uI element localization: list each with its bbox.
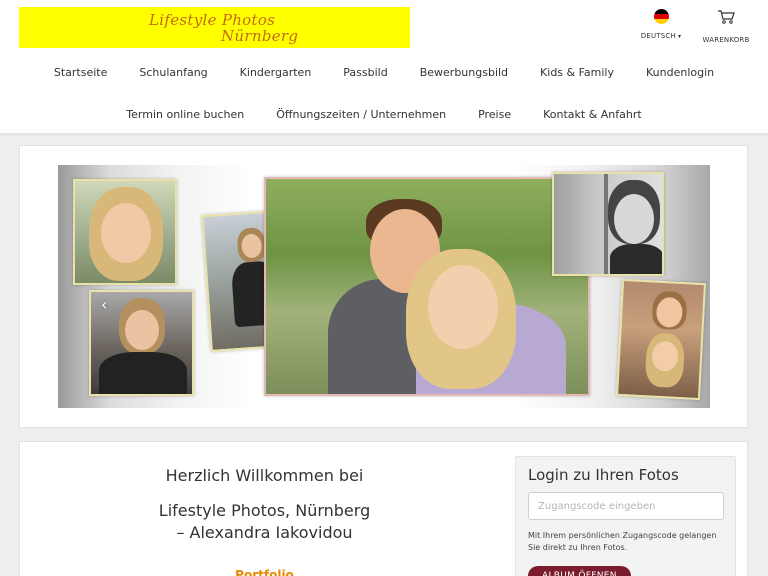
nav-startseite[interactable]: Startseite	[54, 66, 108, 79]
chevron-left-icon[interactable]: ‹	[101, 295, 107, 314]
collage-photo-girl-bw	[552, 172, 664, 276]
access-code-input[interactable]	[528, 492, 724, 520]
login-description: Mit Ihrem persönlichen Zugangscode gelan…	[528, 531, 717, 552]
collage-photo-siblings-main	[264, 177, 590, 396]
collage-photo-girl-portrait	[73, 179, 177, 285]
nav-bewerbungsbild[interactable]: Bewerbungsbild	[420, 66, 508, 79]
nav-oeffnungszeiten[interactable]: Öffnungszeiten / Unternehmen	[276, 108, 446, 121]
nav-termin-online-buchen[interactable]: Termin online buchen	[126, 108, 244, 121]
nav-passbild[interactable]: Passbild	[343, 66, 387, 79]
photo-collage: ‹	[58, 165, 710, 408]
site-header: Lifestyle Photos Nürnberg DEUTSCH ▾ WAREN…	[0, 0, 768, 134]
logo-line-1: Lifestyle Photos	[149, 10, 276, 29]
portfolio-link[interactable]: Portfolio	[20, 568, 509, 576]
login-box: Login zu Ihren Fotos Mit Ihrem persönlic…	[515, 456, 736, 576]
main-nav-row-2: Termin online buchen Öffnungszeiten / Un…	[0, 108, 768, 121]
studio-name: Lifestyle Photos, Nürnberg	[158, 501, 371, 520]
cart-link[interactable]: WARENKORB	[698, 9, 754, 44]
cart-icon	[718, 10, 735, 24]
open-album-button[interactable]: ALBUM ÖFFNEN	[528, 566, 631, 576]
nav-kundenlogin[interactable]: Kundenlogin	[646, 66, 714, 79]
logo-line-2: Nürnberg	[221, 26, 299, 45]
hero-banner: ‹	[19, 145, 748, 428]
nav-kontakt-anfahrt[interactable]: Kontakt & Anfahrt	[543, 108, 642, 121]
nav-schulanfang[interactable]: Schulanfang	[139, 66, 207, 79]
language-label: DEUTSCH	[640, 32, 676, 40]
cart-label: WARENKORB	[702, 36, 750, 44]
language-selector[interactable]: DEUTSCH ▾	[634, 9, 688, 40]
welcome-block: Herzlich Willkommen bei Lifestyle Photos…	[20, 465, 509, 576]
main-nav-row-1: Startseite Schulanfang Kindergarten Pass…	[0, 66, 768, 79]
nav-kids-family[interactable]: Kids & Family	[540, 66, 614, 79]
collage-photo-two-girls-wall	[615, 278, 707, 401]
login-title: Login zu Ihren Fotos	[528, 466, 679, 484]
nav-preise[interactable]: Preise	[478, 108, 511, 121]
site-logo[interactable]: Lifestyle Photos Nürnberg	[19, 7, 410, 48]
nav-kindergarten[interactable]: Kindergarten	[240, 66, 312, 79]
welcome-heading: Herzlich Willkommen bei	[165, 466, 364, 485]
owner-name: – Alexandra Iakovidou	[176, 523, 353, 542]
caret-down-icon: ▾	[678, 33, 682, 40]
german-flag-icon	[653, 9, 669, 24]
content-section: Herzlich Willkommen bei Lifestyle Photos…	[19, 441, 748, 576]
